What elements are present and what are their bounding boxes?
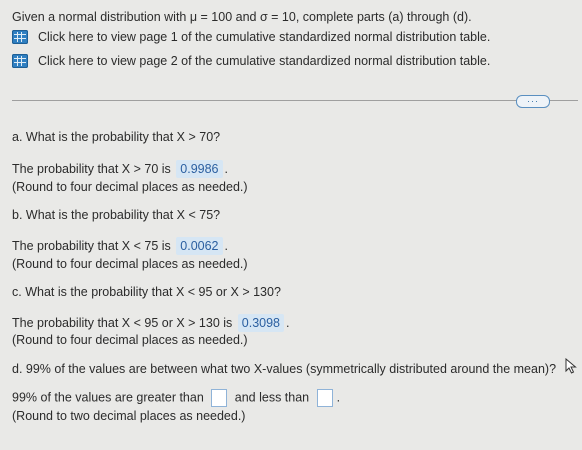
part-c-answer[interactable]: 0.3098: [237, 314, 284, 332]
part-c-question: c. What is the probability that X < 95 o…: [12, 285, 281, 299]
part-b-answer-prefix: The probability that X < 75 is: [12, 239, 171, 253]
table-link-page-2-label[interactable]: Click here to view page 2 of the cumulat…: [38, 54, 490, 68]
table-icon[interactable]: [12, 30, 28, 44]
part-c-answer-line: The probability that X < 95 or X > 130 i…: [12, 314, 289, 332]
part-b-answer-line: The probability that X < 75 is 0.0062.: [12, 237, 228, 255]
lower-value-input[interactable]: [211, 389, 228, 407]
upper-value-input[interactable]: [316, 389, 333, 407]
table-link-page-1[interactable]: Click here to view page 1 of the cumulat…: [12, 30, 490, 44]
part-d-answer-part2: and less than: [234, 390, 310, 405]
problem-statement: Given a normal distribution with μ = 100…: [12, 10, 472, 24]
more-options-button[interactable]: ···: [516, 95, 550, 108]
part-b-rounding: (Round to four decimal places as needed.…: [12, 257, 248, 271]
table-link-page-1-label[interactable]: Click here to view page 1 of the cumulat…: [38, 30, 490, 44]
part-d-answer-line: 99% of the values are greater than and l…: [12, 389, 340, 407]
divider: [12, 100, 578, 101]
table-link-page-2[interactable]: Click here to view page 2 of the cumulat…: [12, 54, 490, 68]
part-a-suffix: .: [224, 162, 228, 176]
mouse-pointer-icon: [565, 358, 577, 374]
part-b-suffix: .: [224, 239, 228, 253]
part-d-rounding: (Round to two decimal places as needed.): [12, 409, 246, 423]
part-d-suffix: .: [336, 390, 341, 405]
table-icon[interactable]: [12, 54, 28, 68]
part-a-rounding: (Round to four decimal places as needed.…: [12, 180, 248, 194]
part-c-answer-prefix: The probability that X < 95 or X > 130 i…: [12, 316, 233, 330]
part-b-question: b. What is the probability that X < 75?: [12, 208, 221, 222]
part-b-answer[interactable]: 0.0062: [176, 237, 223, 255]
part-d-answer-part1: 99% of the values are greater than: [12, 390, 204, 405]
part-a-answer[interactable]: 0.9986: [176, 160, 223, 178]
header: Given a normal distribution with μ = 100…: [0, 0, 582, 108]
part-c-suffix: .: [286, 316, 290, 330]
part-a-answer-line: The probability that X > 70 is 0.9986.: [12, 160, 228, 178]
part-a-question: a. What is the probability that X > 70?: [12, 130, 221, 144]
part-c-rounding: (Round to four decimal places as needed.…: [12, 333, 248, 347]
part-a-answer-prefix: The probability that X > 70 is: [12, 162, 171, 176]
part-d-question: d. 99% of the values are between what tw…: [12, 362, 557, 376]
